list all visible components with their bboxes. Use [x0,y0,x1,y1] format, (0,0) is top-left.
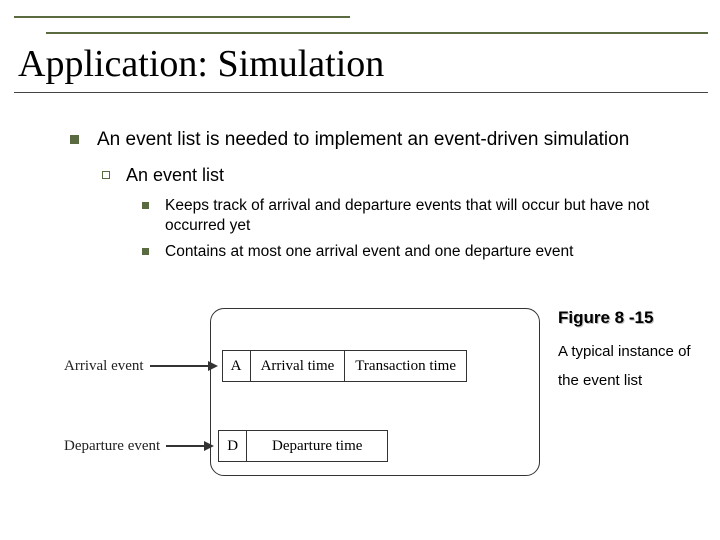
bullet-level3-a: Keeps track of arrival and departure eve… [142,196,696,236]
square-bullet-small-icon [142,202,149,209]
arrival-node-tag: A [223,351,251,381]
bullet-l3b-text: Contains at most one arrival event and o… [165,242,573,262]
title-underline [14,92,708,93]
bullet-l1-text: An event list is needed to implement an … [97,128,629,153]
arrival-event-row: Arrival event A Arrival time Transaction… [64,350,467,382]
arrow-icon [150,361,218,371]
bullet-level2: An event list [102,165,696,186]
arrow-head-icon [204,441,214,451]
arrival-node-time: Arrival time [251,351,346,381]
figure-caption-line1: A typical instance of [558,338,720,367]
bullet-level1: An event list is needed to implement an … [70,128,696,153]
top-accent-short [14,16,350,18]
arrow-line [166,445,204,447]
arrow-line [150,365,208,367]
square-bullet-small-icon [142,248,149,255]
arrow-head-icon [208,361,218,371]
square-bullet-icon [70,135,79,144]
arrival-event-label: Arrival event [64,358,144,375]
departure-node-time: Departure time [247,431,387,461]
departure-event-row: Departure event D Departure time [64,430,388,462]
open-square-bullet-icon [102,171,110,179]
arrow-icon [166,441,214,451]
slide-title: Application: Simulation [18,42,384,86]
bullet-l2-text: An event list [126,165,224,186]
figure-caption-block: Figure 8 -15 A typical instance of the e… [558,308,720,395]
departure-event-label: Departure event [64,438,160,455]
departure-node-tag: D [219,431,247,461]
figure-title: Figure 8 -15 [558,308,720,328]
arrival-node: A Arrival time Transaction time [222,350,467,382]
departure-node: D Departure time [218,430,388,462]
figure-caption-line2: the event list [558,367,720,396]
content-area: An event list is needed to implement an … [70,128,696,262]
top-accent-long [46,32,708,34]
bullet-l3a-text: Keeps track of arrival and departure eve… [165,196,696,236]
bullet-level3-b: Contains at most one arrival event and o… [142,242,696,262]
arrival-node-trans: Transaction time [345,351,466,381]
